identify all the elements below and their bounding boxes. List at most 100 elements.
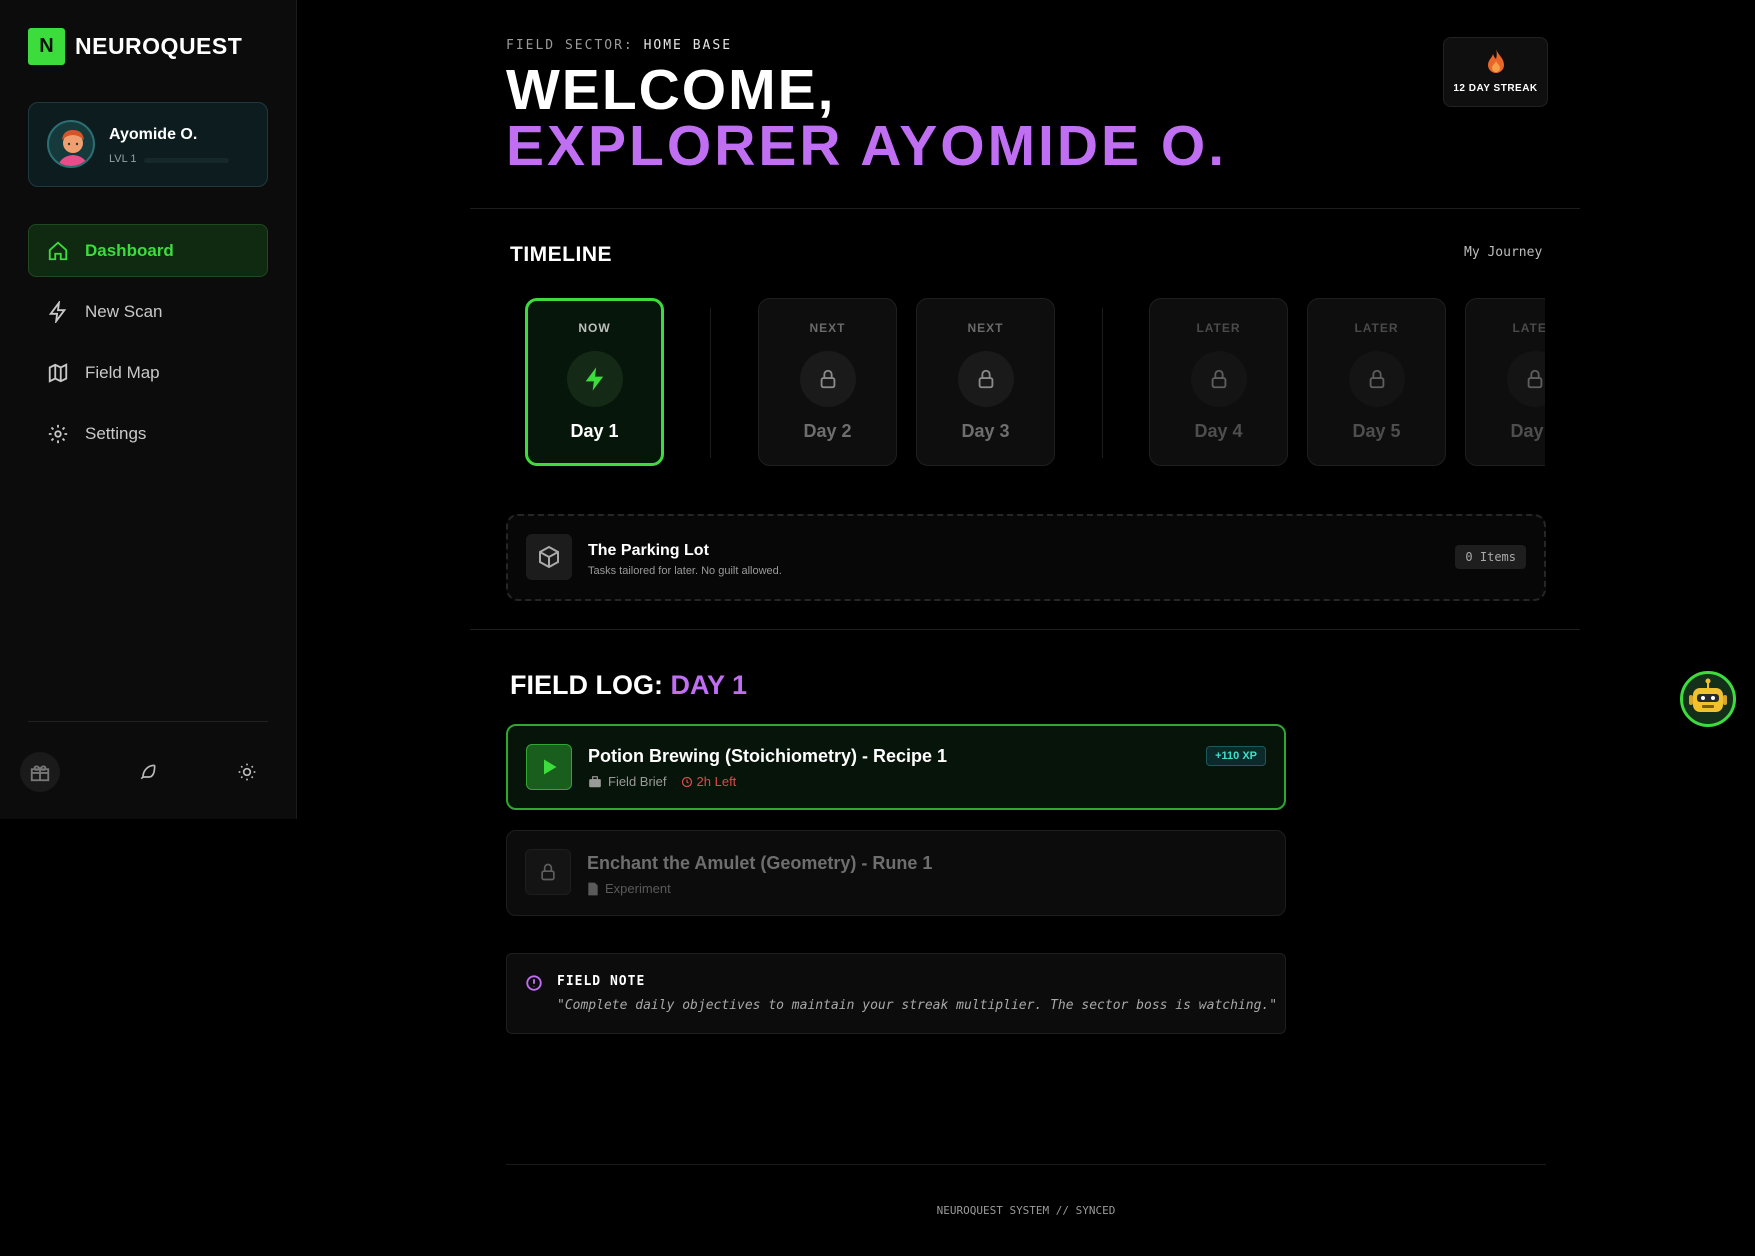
play-icon	[544, 759, 557, 775]
time-left: 2h Left	[681, 774, 737, 789]
briefcase-icon	[589, 775, 601, 787]
day-label: Day 2	[803, 421, 852, 441]
lock-icon	[1527, 369, 1543, 389]
task-meta: Field Brief 2h Left	[588, 774, 736, 789]
day-label: Day 4	[1194, 421, 1243, 441]
nav-item-settings[interactable]: Settings	[28, 407, 268, 460]
gift-button[interactable]	[20, 752, 60, 792]
feather-icon	[140, 764, 156, 780]
timeline-day-1[interactable]: NOW Day 1	[525, 298, 664, 466]
bolt-icon	[48, 300, 67, 323]
time-left-text: 2h Left	[696, 774, 737, 789]
sidebar-tools	[20, 752, 280, 792]
brand-name: NEUROQUEST	[75, 33, 243, 59]
field-note-quote: "Complete daily objectives to maintain y…	[557, 998, 1278, 1013]
field-log-day: DAY 1	[670, 670, 748, 700]
sidebar-divider	[28, 721, 268, 722]
task-type: Field Brief	[608, 774, 667, 789]
day-label: Day 1	[570, 421, 619, 441]
gift-icon	[30, 765, 50, 782]
lock-icon	[1369, 369, 1385, 389]
day-icon-wrap	[1349, 351, 1405, 407]
sector-label: FIELD SECTOR:	[506, 38, 634, 53]
assistant-bot-button[interactable]	[1680, 671, 1736, 727]
day-tag: LATER	[1512, 321, 1545, 335]
lock-icon	[541, 863, 555, 881]
timeline-separator	[1102, 308, 1103, 458]
task-card-active[interactable]: Potion Brewing (Stoichiometry) - Recipe …	[506, 724, 1286, 810]
profile-card[interactable]: Ayomide O. LVL 1	[28, 102, 268, 187]
home-icon	[48, 241, 68, 260]
parking-count-badge: 0 Items	[1455, 545, 1526, 569]
section-divider	[470, 629, 1580, 630]
field-note-title: FIELD NOTE	[557, 974, 646, 989]
feather-button[interactable]	[128, 752, 168, 792]
timeline-day-3[interactable]: NEXT Day 3	[916, 298, 1055, 466]
day-icon-wrap	[958, 351, 1014, 407]
box-icon	[539, 545, 559, 569]
task-card-locked[interactable]: Enchant the Amulet (Geometry) - Rune 1 E…	[506, 830, 1286, 916]
info-icon	[526, 975, 542, 991]
profile-level: LVL 1	[109, 153, 137, 165]
brand-logo: N	[28, 28, 65, 65]
day-icon-wrap	[567, 351, 623, 407]
timeline-day-2[interactable]: NEXT Day 2	[758, 298, 897, 466]
field-log-title: FIELD LOG: DAY 1	[510, 670, 747, 701]
header-divider	[470, 208, 1580, 209]
day-tag: NEXT	[809, 321, 846, 335]
play-button[interactable]	[526, 744, 572, 790]
nav-item-field-map[interactable]: Field Map	[28, 346, 268, 399]
nav-label: New Scan	[85, 301, 163, 321]
day-icon-wrap	[1191, 351, 1247, 407]
gear-icon	[48, 424, 68, 443]
brand[interactable]: N NEUROQUEST	[28, 28, 242, 65]
footer-text: NEUROQUEST SYSTEM // SYNCED	[936, 1204, 1116, 1217]
theme-toggle-button[interactable]	[227, 752, 267, 792]
task-meta: Experiment	[587, 881, 671, 896]
clock-icon	[681, 776, 692, 787]
avatar	[47, 120, 95, 168]
main-nav: Dashboard New Scan Field Map Settings	[28, 224, 268, 468]
flame-icon	[1487, 49, 1504, 73]
locked-task-button	[525, 849, 571, 895]
sector-value: HOME BASE	[643, 38, 733, 53]
field-sector: FIELD SECTOR: HOME BASE	[506, 38, 732, 53]
day-tag: LATER	[1196, 321, 1241, 335]
robot-icon	[1689, 678, 1727, 712]
nav-item-new-scan[interactable]: New Scan	[28, 285, 268, 338]
field-log-prefix: FIELD LOG:	[510, 670, 663, 700]
sun-icon	[238, 763, 256, 781]
parking-title: The Parking Lot	[588, 542, 709, 559]
xp-badge: +110 XP	[1206, 746, 1266, 766]
welcome-name: EXPLORER AYOMIDE O.	[506, 114, 1228, 178]
lock-icon	[978, 369, 994, 389]
parking-subtitle: Tasks tailored for later. No guilt allow…	[588, 565, 782, 577]
task-title: Potion Brewing (Stoichiometry) - Recipe …	[588, 746, 948, 766]
timeline-day-4[interactable]: LATER Day 4	[1149, 298, 1288, 466]
my-journey-link[interactable]: My Journey	[1464, 245, 1542, 260]
parking-lot[interactable]: The Parking Lot Tasks tailored for later…	[506, 514, 1546, 601]
footer-divider	[506, 1164, 1546, 1165]
lock-icon	[820, 369, 836, 389]
streak-badge[interactable]: 12 DAY STREAK	[1443, 37, 1548, 107]
sidebar: N NEUROQUEST Ayomide O. LVL 1 Dashboard …	[0, 0, 297, 819]
map-icon	[48, 362, 68, 383]
profile-name: Ayomide O.	[109, 126, 198, 143]
day-icon-wrap	[1507, 351, 1545, 407]
nav-item-dashboard[interactable]: Dashboard	[28, 224, 268, 277]
timeline-day-6[interactable]: LATER Day 6	[1465, 298, 1545, 466]
nav-label: Field Map	[85, 362, 160, 382]
timeline-day-5[interactable]: LATER Day 5	[1307, 298, 1446, 466]
day-label: Day 6	[1510, 421, 1545, 441]
day-tag: NEXT	[967, 321, 1004, 335]
timeline-separator	[710, 308, 711, 458]
day-tag: LATER	[1354, 321, 1399, 335]
field-note: FIELD NOTE "Complete daily objectives to…	[506, 953, 1286, 1034]
task-title: Enchant the Amulet (Geometry) - Rune 1	[587, 853, 933, 873]
day-icon-wrap	[800, 351, 856, 407]
nav-label: Dashboard	[85, 240, 174, 260]
timeline-title: TIMELINE	[510, 243, 612, 266]
day-label: Day 3	[961, 421, 1010, 441]
bolt-icon	[585, 367, 604, 391]
streak-text: 12 DAY STREAK	[1453, 83, 1538, 94]
